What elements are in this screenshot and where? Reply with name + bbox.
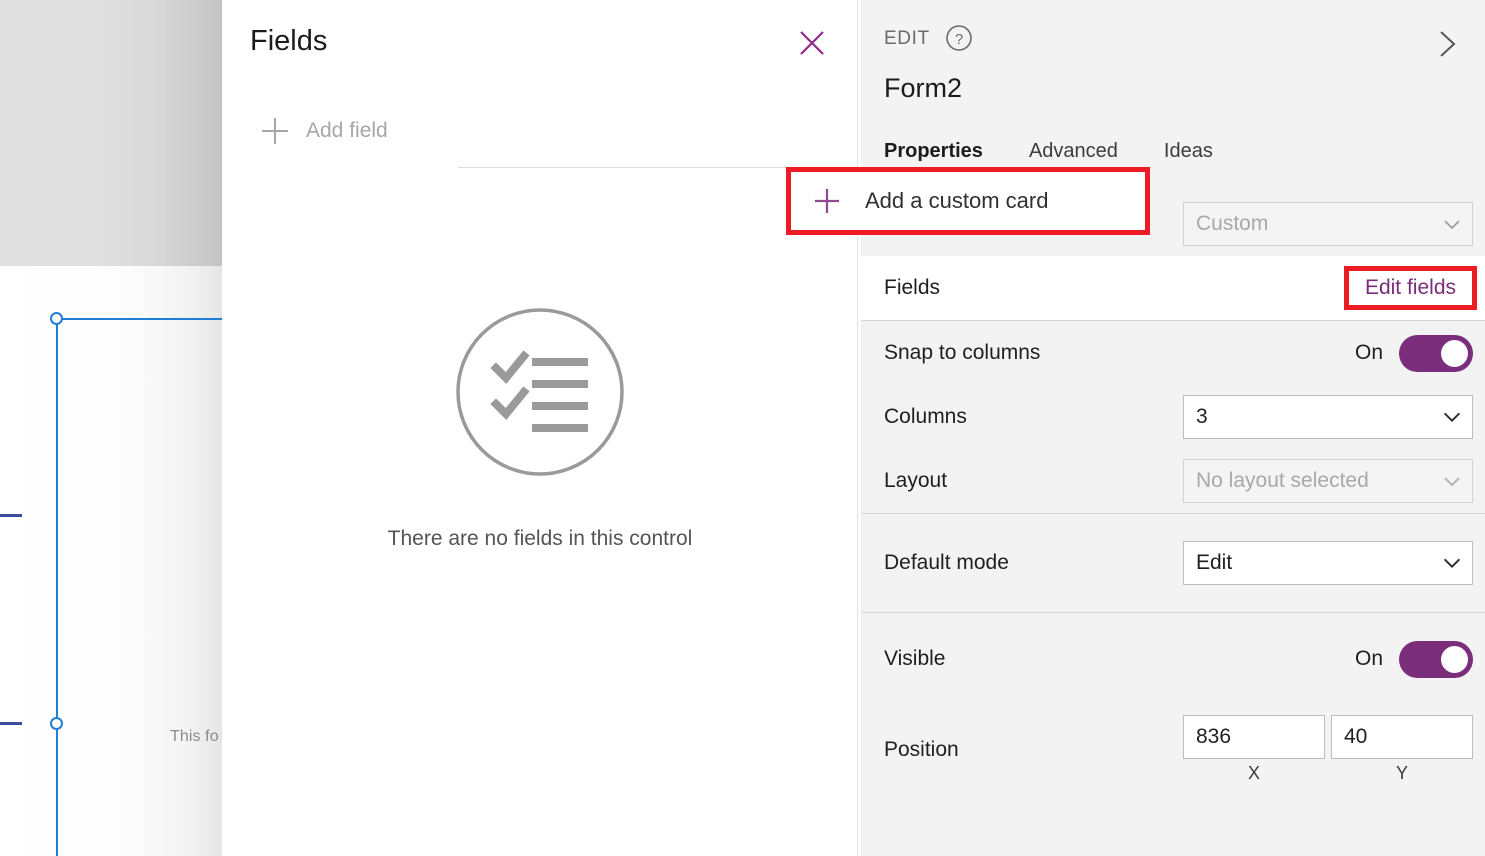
data-source-control: Custom (1183, 202, 1473, 246)
layout-select[interactable]: No layout selected (1183, 459, 1473, 503)
fields-panel: Fields Add field ⋯ (222, 0, 1078, 856)
menu-item-label: Add a custom card (865, 188, 1049, 213)
property-row-layout: Layout No layout selected (861, 449, 1485, 513)
columns-value: 3 (1196, 405, 1208, 428)
chevron-right-icon[interactable] (1427, 24, 1467, 64)
app-root: This fo Fields Add field ⋯ (0, 0, 1485, 856)
selection-handle-middle-left[interactable] (50, 717, 63, 730)
plus-icon (254, 110, 296, 152)
property-label-default-mode: Default mode (884, 551, 1009, 574)
overflow-menu: Add a custom card (786, 167, 1150, 235)
canvas-screen-surface (0, 266, 222, 856)
edit-fields-highlight: Edit fields (1343, 266, 1477, 310)
properties-panel: EDIT ? Form2 Properties Advanced Ideas C… (861, 0, 1485, 856)
snap-to-columns-state: On (1354, 341, 1383, 364)
data-source-select[interactable]: Custom (1183, 202, 1473, 246)
toggle-knob (1441, 339, 1468, 367)
property-group-layout: Snap to columns On Columns 3 Layout No l… (861, 320, 1485, 513)
plus-icon (809, 183, 845, 219)
position-y-axis-label: Y (1395, 763, 1408, 783)
position-y-input[interactable]: 40 (1331, 715, 1473, 759)
fields-empty-state-text: There are no fields in this control (387, 526, 693, 550)
tab-advanced[interactable]: Advanced (1029, 140, 1118, 163)
tab-ideas[interactable]: Ideas (1164, 140, 1213, 163)
property-row-snap-to-columns: Snap to columns On (861, 321, 1485, 385)
property-row-visible: Visible On (861, 613, 1485, 705)
default-mode-select[interactable]: Edit (1183, 541, 1473, 585)
close-icon[interactable] (791, 22, 833, 64)
selection-frame-top-edge (56, 318, 222, 320)
property-label-layout: Layout (884, 469, 948, 492)
columns-control: 3 (1183, 395, 1473, 439)
property-row-fields: Fields Edit fields (861, 256, 1485, 320)
tab-properties[interactable]: Properties (884, 140, 983, 163)
app-canvas: This fo (0, 0, 222, 856)
checklist-circle-icon (454, 306, 626, 483)
fields-panel-title: Fields (250, 25, 328, 57)
property-label-fields: Fields (884, 276, 941, 299)
property-label-visible: Visible (884, 647, 946, 670)
visible-control: On (1354, 640, 1473, 678)
position-x-axis-label: X (1247, 763, 1260, 783)
edit-fields-button[interactable]: Edit fields (1365, 276, 1456, 299)
position-axis-labels: X Y (1183, 763, 1473, 784)
selection-handle-top-left[interactable] (50, 312, 63, 325)
toggle-knob (1441, 645, 1468, 673)
page-title: Form2 (884, 73, 963, 103)
canvas-ruler-tick-mid (0, 514, 22, 517)
columns-select[interactable]: 3 (1183, 395, 1473, 439)
layout-control: No layout selected (1183, 459, 1473, 503)
chevron-down-icon (1440, 212, 1464, 236)
property-group-mode: Default mode Edit (861, 513, 1485, 612)
property-label-snap-to-columns: Snap to columns (884, 341, 1041, 364)
menu-item-add-custom-card[interactable]: Add a custom card (791, 172, 1145, 230)
snap-to-columns-toggle[interactable] (1399, 334, 1473, 372)
canvas-form-placeholder-text: This fo (170, 728, 219, 745)
chevron-down-icon (1440, 551, 1464, 575)
position-x-input[interactable]: 836 (1183, 715, 1325, 759)
properties-panel-header: EDIT ? Form2 (861, 0, 1485, 140)
visible-state: On (1354, 647, 1383, 670)
layout-value: No layout selected (1196, 469, 1369, 492)
add-field-button[interactable]: Add field (236, 103, 844, 159)
property-row-columns: Columns 3 (861, 385, 1485, 449)
property-group-appearance: Visible On Position 836 40 X Y (861, 612, 1485, 795)
property-row-position: Position 836 40 X Y (861, 705, 1485, 795)
selection-frame-left-edge (56, 318, 58, 856)
position-inputs: 836 40 (1183, 715, 1473, 759)
chevron-down-icon (1440, 469, 1464, 493)
default-mode-value: Edit (1196, 551, 1233, 574)
visible-toggle[interactable] (1399, 640, 1473, 678)
property-label-columns: Columns (884, 405, 967, 428)
default-mode-control: Edit (1183, 541, 1473, 585)
svg-text:?: ? (955, 31, 963, 48)
canvas-ruler-tick-low (0, 722, 22, 725)
property-row-default-mode: Default mode Edit (861, 514, 1485, 612)
canvas-top-band (0, 0, 222, 266)
data-source-value: Custom (1196, 212, 1269, 235)
property-label-position: Position (884, 738, 959, 761)
add-field-label: Add field (306, 119, 388, 142)
question-circle-icon[interactable]: ? (945, 24, 973, 52)
properties-panel-eyebrow: EDIT (884, 28, 930, 49)
snap-to-columns-control: On (1354, 334, 1473, 372)
chevron-down-icon (1440, 405, 1464, 429)
properties-list: Data source Custom (861, 192, 1485, 856)
